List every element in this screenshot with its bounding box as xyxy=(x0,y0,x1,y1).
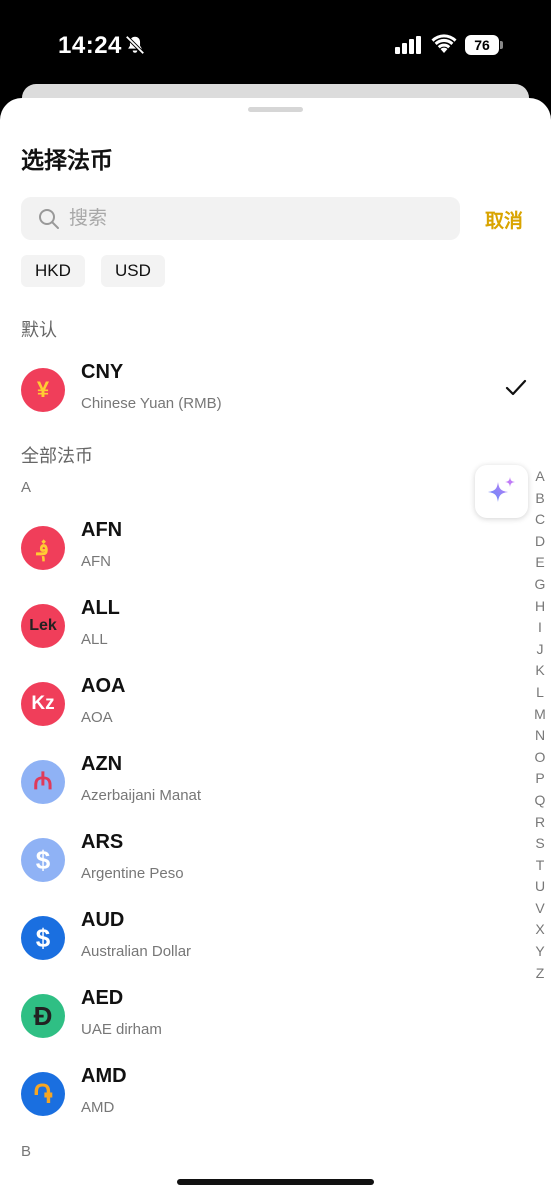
index-letter[interactable]: V xyxy=(530,898,550,920)
currency-code: AZN xyxy=(81,753,123,775)
currency-icon-all: Lek xyxy=(21,604,65,648)
currency-name: Australian Dollar xyxy=(81,943,192,960)
index-letter[interactable]: R xyxy=(530,812,550,834)
currency-row-ars[interactable]: $ ARS Argentine Peso xyxy=(0,825,551,895)
index-letter[interactable]: S xyxy=(530,833,550,855)
bell-muted-icon xyxy=(125,35,145,55)
index-letter[interactable]: L xyxy=(530,682,550,704)
sparkle-icon xyxy=(488,477,515,502)
status-bar: 14:24 76 xyxy=(0,0,551,90)
currency-icon-aed: Đ xyxy=(21,994,65,1038)
section-all-fiat: 全部法币 xyxy=(21,446,93,466)
currency-icon-azn: ₼ xyxy=(21,760,65,804)
index-letter[interactable]: M xyxy=(530,704,550,726)
index-letter[interactable]: B xyxy=(530,488,550,510)
section-default: 默认 xyxy=(21,320,57,340)
checkmark-icon xyxy=(505,379,527,396)
status-time: 14:24 xyxy=(58,32,122,59)
currency-picker-sheet: 选择法币 取消 HKD USD 默认 ¥ CNY Chinese Yuan (R… xyxy=(0,98,551,1200)
currency-name: Argentine Peso xyxy=(81,865,184,882)
letter-header-a: A xyxy=(21,479,32,496)
currency-row-cny[interactable]: ¥ CNY Chinese Yuan (RMB) xyxy=(0,355,551,425)
index-letter[interactable]: Q xyxy=(530,790,550,812)
currency-name: UAE dirham xyxy=(81,1021,162,1038)
currency-code: AMD xyxy=(81,1065,127,1087)
currency-code: AED xyxy=(81,987,124,1009)
currency-code: AOA xyxy=(81,675,126,697)
currency-row-azn[interactable]: ₼ AZN Azerbaijani Manat xyxy=(0,747,551,817)
currency-code: CNY xyxy=(81,361,124,383)
index-letter[interactable]: I xyxy=(530,617,550,639)
letter-header-b: B xyxy=(21,1143,32,1160)
index-letter[interactable]: X xyxy=(530,919,550,941)
currency-row-afn[interactable]: ؋ AFN AFN xyxy=(0,513,551,583)
currency-icon-amd: ֏ xyxy=(21,1072,65,1116)
index-letter[interactable]: U xyxy=(530,876,550,898)
currency-code: ALL xyxy=(81,597,120,619)
currency-name: Azerbaijani Manat xyxy=(81,787,202,804)
index-letter[interactable]: A xyxy=(530,466,550,488)
index-letter[interactable]: Y xyxy=(530,941,550,963)
currency-row-all[interactable]: Lek ALL ALL xyxy=(0,591,551,661)
index-letter[interactable]: H xyxy=(530,596,550,618)
currency-code: ARS xyxy=(81,831,124,853)
index-letter[interactable]: G xyxy=(530,574,550,596)
index-letter[interactable]: K xyxy=(530,660,550,682)
battery-level: 76 xyxy=(465,35,499,55)
currency-row-aed[interactable]: Đ AED UAE dirham xyxy=(0,981,551,1051)
chip-usd[interactable]: USD xyxy=(101,255,165,287)
currency-code: AFN xyxy=(81,519,123,541)
currency-name: AFN xyxy=(81,553,111,570)
currency-icon-afn: ؋ xyxy=(21,526,65,570)
index-letter[interactable]: O xyxy=(530,747,550,769)
search-input[interactable] xyxy=(69,197,449,240)
signal-icon xyxy=(395,36,421,54)
ai-assistant-button[interactable] xyxy=(475,465,528,518)
index-letter[interactable]: D xyxy=(530,531,550,553)
currency-row-aud[interactable]: $ AUD Australian Dollar xyxy=(0,903,551,973)
wifi-icon xyxy=(431,34,457,53)
index-letter[interactable]: T xyxy=(530,855,550,877)
currency-name: AOA xyxy=(81,709,113,726)
chip-hkd[interactable]: HKD xyxy=(21,255,85,287)
battery-indicator: 76 xyxy=(465,35,503,55)
cancel-button[interactable]: 取消 xyxy=(485,206,523,233)
currency-icon-cny: ¥ xyxy=(21,368,65,412)
sheet-grabber[interactable] xyxy=(248,107,303,112)
currency-icon-aoa: Kz xyxy=(21,682,65,726)
currency-name: Chinese Yuan (RMB) xyxy=(81,395,222,412)
currency-name: ALL xyxy=(81,631,108,648)
currency-icon-aud: $ xyxy=(21,916,65,960)
currency-name: AMD xyxy=(81,1099,115,1116)
currency-row-aoa[interactable]: Kz AOA AOA xyxy=(0,669,551,739)
page-title: 选择法币 xyxy=(21,147,113,173)
currency-row-amd[interactable]: ֏ AMD AMD xyxy=(0,1059,551,1129)
alphabet-index[interactable]: A B C D E G H I J K L M N O P Q R S T U … xyxy=(530,466,550,984)
index-letter[interactable]: C xyxy=(530,509,550,531)
home-indicator xyxy=(177,1179,374,1185)
currency-code: AUD xyxy=(81,909,125,931)
battery-tip xyxy=(500,41,503,49)
index-letter[interactable]: P xyxy=(530,768,550,790)
index-letter[interactable]: J xyxy=(530,639,550,661)
search-icon xyxy=(39,209,59,229)
currency-icon-ars: $ xyxy=(21,838,65,882)
index-letter[interactable]: N xyxy=(530,725,550,747)
index-letter[interactable]: Z xyxy=(530,963,550,985)
index-letter[interactable]: E xyxy=(530,552,550,574)
search-box[interactable] xyxy=(21,197,460,240)
